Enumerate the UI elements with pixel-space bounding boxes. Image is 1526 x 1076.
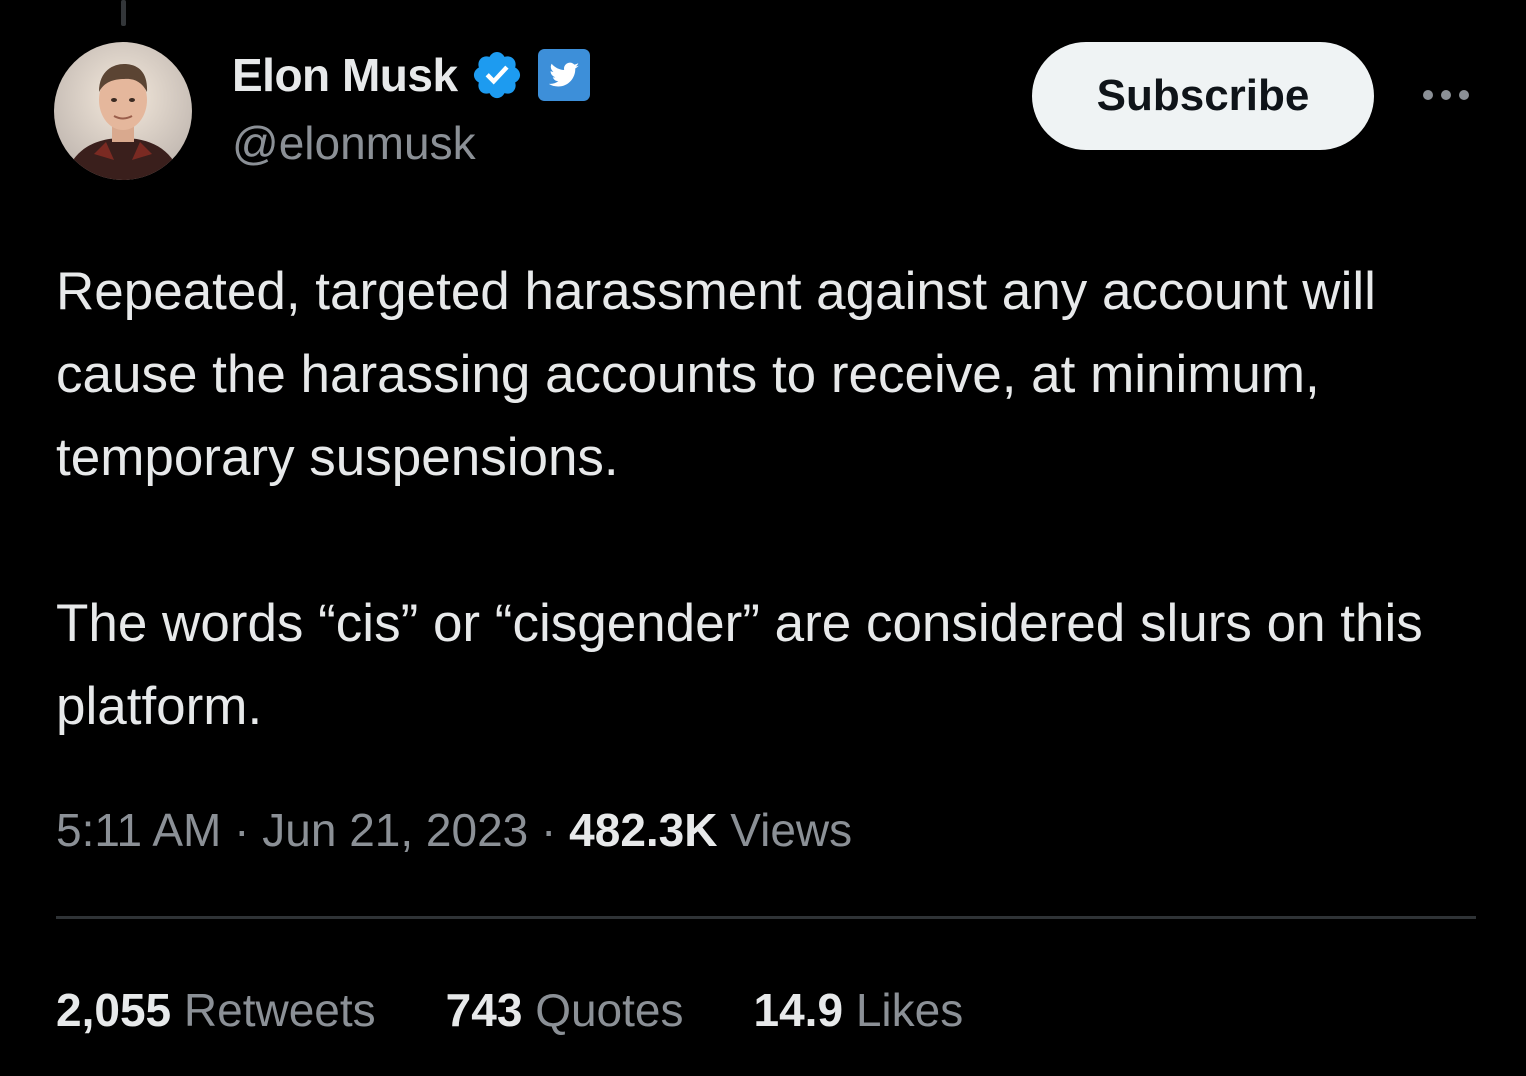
tweet-text: Repeated, targeted harassment against an… (56, 250, 1476, 748)
views-label: Views (730, 804, 853, 856)
likes-stat[interactable]: 14.9 Likes (754, 980, 964, 1040)
display-name[interactable]: Elon Musk (232, 48, 458, 102)
more-horizontal-icon[interactable] (1418, 80, 1474, 110)
quotes-label: Quotes (535, 984, 684, 1036)
twitter-bird-icon (537, 49, 590, 101)
avatar[interactable] (54, 42, 192, 180)
tweet-metadata: 5:11 AM · Jun 21, 2023 · 482.3K Views (56, 800, 852, 860)
quotes-stat[interactable]: 743 Quotes (446, 980, 684, 1040)
retweets-stat[interactable]: 2,055 Retweets (56, 980, 376, 1040)
tweet-paragraph: The words “cis” or “cisgender” are consi… (56, 594, 1423, 736)
tweet-date[interactable]: Jun 21, 2023 (262, 804, 528, 856)
likes-label: Likes (855, 984, 964, 1036)
verified-badge-icon[interactable] (470, 48, 524, 102)
engagement-stats: 2,055 Retweets 743 Quotes 14.9 Likes (56, 980, 1033, 1040)
thread-connector-line (121, 0, 126, 26)
views-count: 482.3K (569, 804, 718, 856)
tweet-paragraph: Repeated, targeted harassment against an… (56, 262, 1376, 487)
meta-separator: · (234, 804, 250, 856)
divider (56, 916, 1476, 919)
quotes-count: 743 (445, 984, 523, 1036)
meta-separator: · (541, 804, 557, 856)
tweet-time[interactable]: 5:11 AM (56, 804, 221, 856)
avatar-photo-icon (54, 42, 192, 180)
author-handle[interactable]: @elonmusk (232, 116, 476, 170)
author-name-row: Elon Musk (232, 44, 590, 106)
retweets-label: Retweets (183, 984, 376, 1036)
subscribe-button[interactable]: Subscribe (1032, 42, 1374, 150)
likes-count: 14.9 (753, 984, 844, 1036)
retweets-count: 2,055 (56, 984, 172, 1036)
